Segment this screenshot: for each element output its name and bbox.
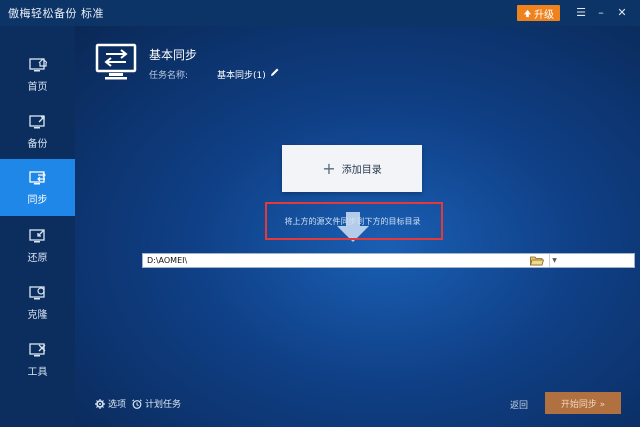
upgrade-label: 升级	[534, 9, 554, 21]
sidebar-item-tools[interactable]: 工具	[0, 331, 75, 388]
folder-open-icon[interactable]	[530, 256, 544, 266]
add-directory-label: 添加目录	[341, 165, 382, 176]
options-label: 选项	[108, 400, 127, 410]
upgrade-button[interactable]: 升级	[517, 5, 560, 21]
backup-icon	[28, 114, 45, 128]
minimize-icon[interactable]: –	[593, 5, 609, 21]
highlight-box	[265, 202, 443, 240]
sidebar-item-label: 还原	[27, 252, 48, 264]
app-title: 傲梅轻松备份 标准	[8, 7, 104, 20]
task-name-label: 任务名称:	[149, 71, 189, 81]
task-name-value: 基本同步(1)	[217, 71, 266, 81]
menu-icon[interactable]: ☰	[573, 5, 589, 21]
start-sync-button[interactable]: 开始同步 »	[545, 392, 621, 414]
add-directory-button[interactable]: + 添加目录	[282, 145, 422, 192]
sync-icon	[28, 170, 46, 184]
tools-icon	[28, 342, 45, 356]
close-icon[interactable]: ✕	[614, 5, 630, 21]
sidebar-item-label: 首页	[27, 81, 48, 93]
sidebar: 首页 备份 同步 还原 克隆 工具	[0, 26, 75, 427]
sidebar-item-label: 克隆	[27, 309, 48, 321]
plus-icon: +	[322, 158, 336, 178]
sidebar-item-backup[interactable]: 备份	[0, 103, 75, 160]
schedule-link[interactable]: 计划任务	[132, 397, 181, 410]
restore-icon	[28, 228, 45, 242]
edit-icon[interactable]	[270, 67, 280, 77]
sidebar-item-label: 备份	[27, 138, 48, 150]
sidebar-item-label: 工具	[27, 366, 48, 378]
target-path-field[interactable]: D:\AOMEI\	[142, 253, 635, 268]
main-panel: 基本同步 任务名称: 基本同步(1) + 添加目录 将上方的源文件同步到下方的目…	[75, 26, 640, 427]
gear-icon	[95, 398, 105, 409]
clone-icon	[28, 285, 45, 299]
back-button[interactable]: 返回	[510, 398, 528, 411]
alarm-clock-icon	[132, 398, 142, 409]
page-title: 基本同步	[149, 48, 198, 62]
chevron-down-icon[interactable]: ▼	[549, 254, 559, 267]
schedule-label: 计划任务	[145, 400, 182, 410]
sidebar-item-restore[interactable]: 还原	[0, 217, 75, 274]
home-icon	[28, 57, 47, 71]
sync-header-icon	[95, 43, 137, 80]
target-path-value: D:\AOMEI\	[147, 256, 188, 265]
sidebar-item-clone[interactable]: 克隆	[0, 274, 75, 331]
upgrade-arrow-icon	[523, 9, 532, 17]
options-link[interactable]: 选项	[95, 397, 126, 410]
sidebar-item-sync[interactable]: 同步	[0, 159, 75, 216]
sidebar-item-label: 同步	[27, 194, 48, 206]
sidebar-item-home[interactable]: 首页	[0, 46, 75, 103]
